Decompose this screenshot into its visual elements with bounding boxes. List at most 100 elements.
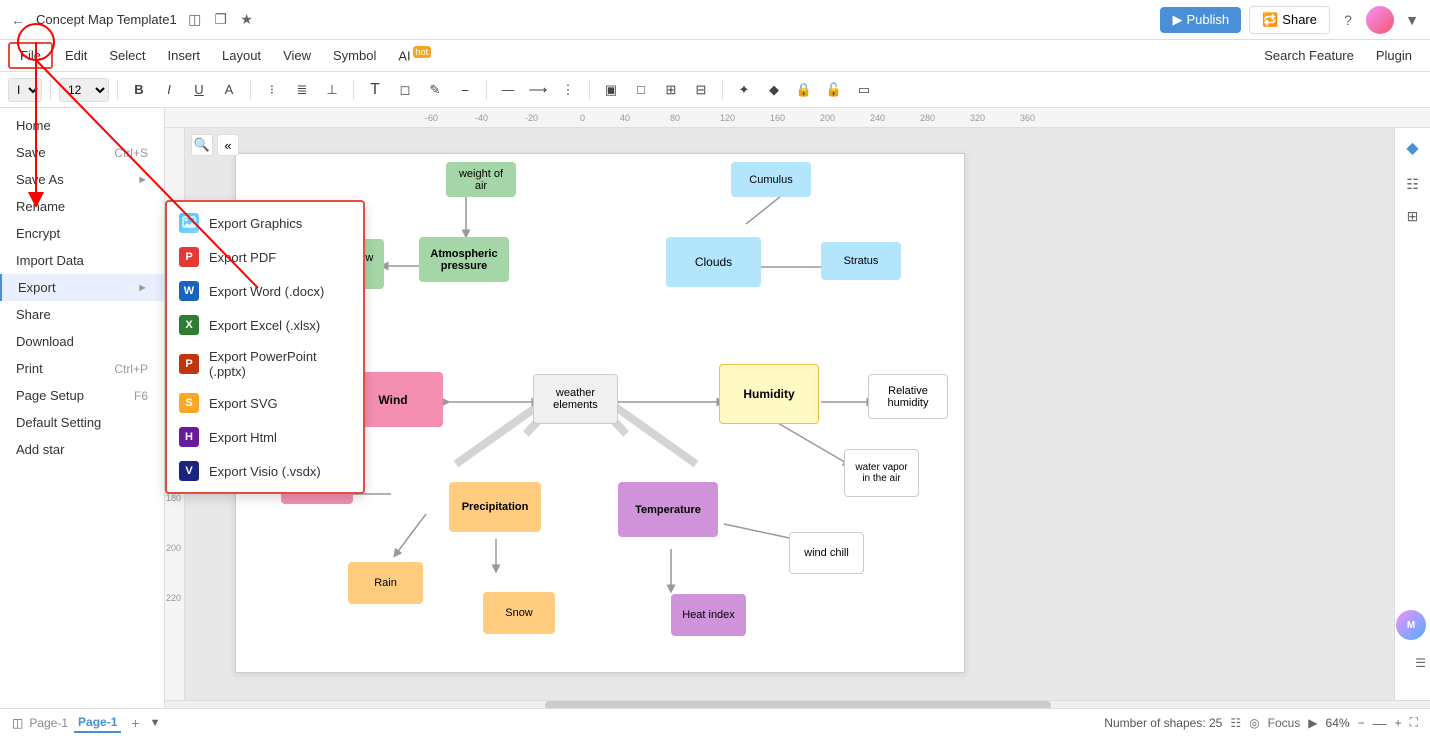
node-snow[interactable]: Snow <box>483 592 555 634</box>
focus-label[interactable]: Focus <box>1268 716 1301 730</box>
font-family-select[interactable]: I <box>8 78 42 102</box>
unlock-button[interactable]: 🔓 <box>821 77 847 103</box>
menu-edit[interactable]: Edit <box>55 44 97 67</box>
scrollbar-thumb[interactable] <box>545 701 1051 708</box>
account-chevron-icon[interactable]: ▼ <box>1402 10 1422 30</box>
node-clouds[interactable]: Clouds <box>666 237 761 287</box>
page-inactive-label[interactable]: Page-1 <box>29 716 68 730</box>
canvas[interactable]: 🔍 « <box>185 128 1430 700</box>
node-relative-humidity[interactable]: Relative humidity <box>868 374 948 419</box>
menu-home[interactable]: Home <box>0 112 164 139</box>
font-color-button[interactable]: A <box>216 77 242 103</box>
menu-file[interactable]: File <box>8 42 53 69</box>
eraser-button[interactable]: ◻ <box>392 77 418 103</box>
canvas-collapse-icon[interactable]: « <box>217 134 239 156</box>
align-v-button[interactable]: ⊥ <box>319 77 345 103</box>
menu-import-data[interactable]: Import Data <box>0 247 164 274</box>
menu-search[interactable]: Search Feature <box>1254 44 1364 67</box>
node-rain[interactable]: Rain <box>348 562 423 604</box>
connector-button[interactable]: ⎯ <box>452 77 478 103</box>
font-size-select[interactable]: 12 <box>59 78 109 102</box>
menu-save[interactable]: Save Ctrl+S <box>0 139 164 166</box>
underline-button[interactable]: U <box>186 77 212 103</box>
play-icon[interactable]: ▶ <box>1308 716 1317 730</box>
node-humidity[interactable]: Humidity <box>719 364 819 424</box>
italic-button[interactable]: I <box>156 77 182 103</box>
menu-export[interactable]: Export ► <box>0 274 164 301</box>
node-cumulus[interactable]: Cumulus <box>731 162 811 197</box>
node-heat-index[interactable]: Heat index <box>671 594 746 636</box>
node-temperature[interactable]: Temperature <box>618 482 718 537</box>
export-ppt[interactable]: P Export PowerPoint (.pptx) <box>167 342 363 386</box>
menu-plugin[interactable]: Plugin <box>1366 44 1422 67</box>
bold-button[interactable]: B <box>126 77 152 103</box>
export-graphics[interactable]: Export Graphics <box>167 206 363 240</box>
fit-screen-icon[interactable]: ⛶ <box>1410 715 1418 730</box>
arrow-style-button[interactable]: ⟶ <box>525 77 551 103</box>
menu-symbol[interactable]: Symbol <box>323 44 386 67</box>
page-layout-icon[interactable]: ◫ <box>12 716 23 730</box>
menu-add-star[interactable]: Add star <box>0 436 164 463</box>
special-effect-button[interactable]: ✦ <box>731 77 757 103</box>
menu-page-setup[interactable]: Page Setup F6 <box>0 382 164 409</box>
menu-view[interactable]: View <box>273 44 321 67</box>
right-layout-icon[interactable]: ☷ <box>1401 172 1425 196</box>
canvas-search-icon[interactable]: 🔍 <box>191 134 213 156</box>
thumbnail-icon[interactable]: ◫ <box>185 10 205 30</box>
export-pdf[interactable]: P Export PDF <box>167 240 363 274</box>
menu-default-setting[interactable]: Default Setting <box>0 409 164 436</box>
menu-share[interactable]: Share <box>0 301 164 328</box>
node-weather-elements[interactable]: weather elements <box>533 374 618 424</box>
layers-icon[interactable]: ☷ <box>1230 716 1241 730</box>
node-stratus[interactable]: Stratus <box>821 242 901 280</box>
menu-encrypt[interactable]: Encrypt <box>0 220 164 247</box>
align-button[interactable]: ⁝ <box>259 77 285 103</box>
export-html[interactable]: H Export Html <box>167 420 363 454</box>
node-precipitation[interactable]: Precipitation <box>449 482 541 532</box>
help-icon[interactable]: ? <box>1338 10 1358 30</box>
menu-layout[interactable]: Layout <box>212 44 271 67</box>
star-icon[interactable]: ★ <box>237 10 257 30</box>
line-style-button[interactable]: ― <box>495 77 521 103</box>
shape-button[interactable]: ▣ <box>598 77 624 103</box>
page-active-tab[interactable]: Page-1 <box>74 713 121 733</box>
lock-button[interactable]: 🔒 <box>791 77 817 103</box>
publish-button[interactable]: ▶ Publish <box>1160 7 1241 33</box>
page-chevron[interactable]: ▼ <box>150 717 161 729</box>
zoom-slider[interactable]: ― <box>1373 715 1387 731</box>
fullscreen-icon-btn[interactable]: ▭ <box>851 77 877 103</box>
add-page-button[interactable]: + <box>131 715 139 731</box>
zoom-out-icon[interactable]: − <box>1358 716 1365 730</box>
right-bottom-icon[interactable]: ☰ <box>1415 656 1426 670</box>
back-icon[interactable]: ← <box>8 10 28 30</box>
menu-select[interactable]: Select <box>99 44 155 67</box>
menu-download[interactable]: Download <box>0 328 164 355</box>
dashed-line-button[interactable]: ⋮ <box>555 77 581 103</box>
zoom-in-icon[interactable]: + <box>1395 716 1402 730</box>
export-svg[interactable]: S Export SVG <box>167 386 363 420</box>
menu-ai[interactable]: AIhot <box>388 43 441 67</box>
export-icon[interactable]: ❐ <box>211 10 231 30</box>
export-excel[interactable]: X Export Excel (.xlsx) <box>167 308 363 342</box>
export-word[interactable]: W Export Word (.docx) <box>167 274 363 308</box>
menu-print[interactable]: Print Ctrl+P <box>0 355 164 382</box>
menu-save-as[interactable]: Save As ► <box>0 166 164 193</box>
right-style-icon[interactable]: ◆ <box>1401 136 1425 160</box>
avatar[interactable] <box>1366 6 1394 34</box>
right-grid-icon[interactable]: ⊞ <box>1401 204 1425 228</box>
menu-insert[interactable]: Insert <box>158 44 211 67</box>
export-visio[interactable]: V Export Visio (.vsdx) <box>167 454 363 488</box>
node-wind-chill[interactable]: wind chill <box>789 532 864 574</box>
node-water-vapor[interactable]: water vapor in the air <box>844 449 919 497</box>
rect-button[interactable]: □ <box>628 77 654 103</box>
pen-button[interactable]: ✎ <box>422 77 448 103</box>
text-button[interactable]: T <box>362 77 388 103</box>
theme-button[interactable]: ◆ <box>761 77 787 103</box>
node-weight-air[interactable]: weight of air <box>446 162 516 197</box>
horizontal-scrollbar[interactable] <box>165 700 1430 708</box>
group-button[interactable]: ⊞ <box>658 77 684 103</box>
share-button[interactable]: 🔁 Share <box>1249 6 1330 34</box>
node-atm-pressure[interactable]: Atmospheric pressure <box>419 237 509 282</box>
focus-container-icon[interactable]: ◎ <box>1249 716 1259 730</box>
ungroup-button[interactable]: ⊟ <box>688 77 714 103</box>
